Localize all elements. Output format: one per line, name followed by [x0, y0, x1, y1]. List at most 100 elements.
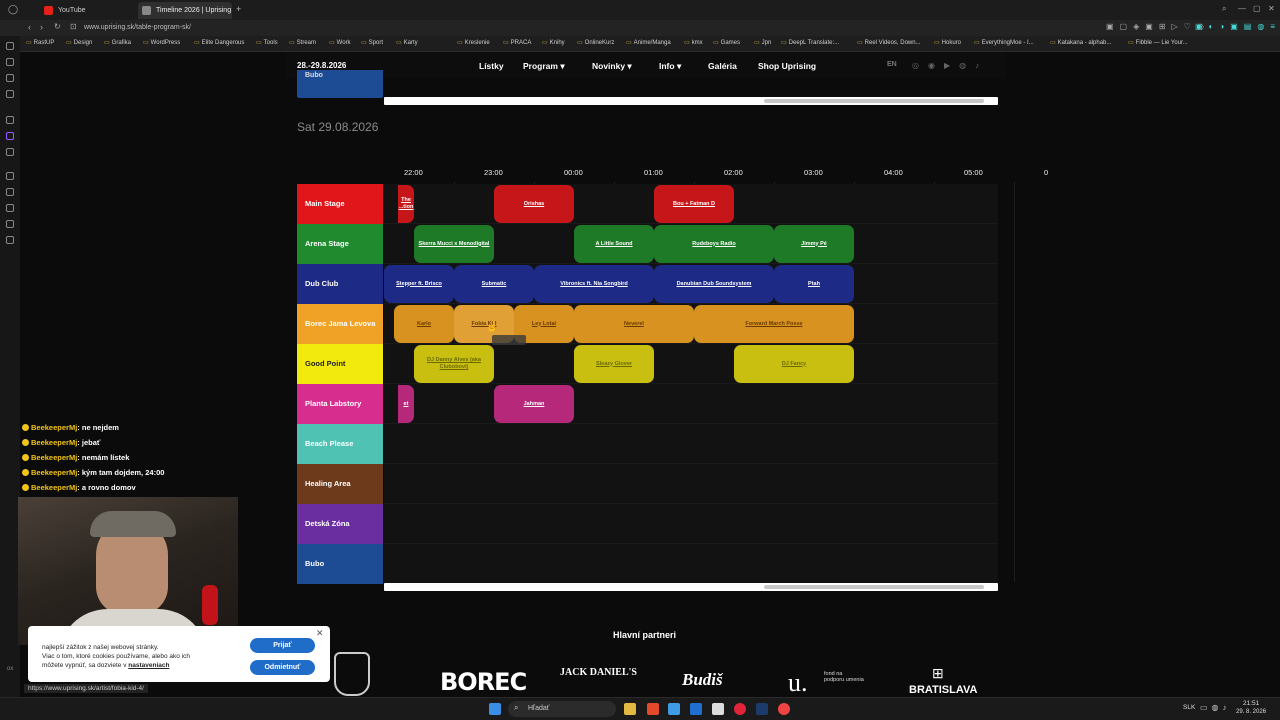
event-block[interactable]: Stepper ft. Brisco — [384, 265, 454, 303]
nav-program[interactable]: Program ▾ — [523, 61, 565, 72]
event-block[interactable]: A Little Sound — [574, 225, 654, 263]
tray-icons[interactable]: ▭◍♪ — [1200, 703, 1231, 712]
event-block[interactable]: et — [398, 385, 414, 423]
partner-jack-daniels[interactable]: JACK DANIEL'S — [560, 667, 637, 678]
percent-icon[interactable] — [6, 148, 14, 156]
bookmark-item[interactable]: Hokuro — [934, 39, 961, 46]
bookmark-item[interactable]: kmx — [684, 39, 703, 46]
nav-tickets[interactable]: Lístky — [479, 61, 504, 71]
keyboard-language[interactable]: SLK — [1183, 704, 1195, 711]
bookmark-item[interactable]: Games — [713, 39, 740, 46]
bookmark-item[interactable]: Katakana - alphab... — [1050, 39, 1112, 46]
event-block[interactable]: Danubian Dub Soundsystem — [654, 265, 774, 303]
settings-icon[interactable] — [6, 116, 14, 124]
bookmark-item[interactable]: Design — [66, 39, 93, 46]
menu-icon[interactable] — [6, 236, 14, 244]
cookie-decline-button[interactable]: Odmietnuť — [250, 660, 315, 675]
speed-dial-icon[interactable] — [6, 58, 14, 66]
app-icon[interactable] — [668, 703, 680, 715]
address-input[interactable]: www.uprising.sk/table-program-sk/ — [84, 24, 191, 31]
event-block[interactable]: Ptah — [774, 265, 854, 303]
event-block[interactable]: DJ Fancy — [734, 345, 854, 383]
social-icons[interactable]: ◎◉▶◍♪ — [912, 61, 988, 70]
windows-start-icon[interactable] — [489, 703, 501, 715]
bookmark-item[interactable]: Reel Videos, Down... — [857, 39, 921, 46]
bookmark-item[interactable]: PRACA — [503, 39, 532, 46]
partner-fpu-logo[interactable]: u. — [788, 668, 808, 698]
search-tabs-icon[interactable]: ⌕ — [1222, 4, 1226, 14]
new-tab-button[interactable]: + — [236, 4, 241, 14]
bookmark-item[interactable]: EverythingMoe - I... — [974, 39, 1034, 46]
nav-news[interactable]: Novinky ▾ — [592, 61, 632, 72]
bookmark-item[interactable]: Jpn — [754, 39, 772, 46]
bookmark-item[interactable]: Stream — [289, 39, 316, 46]
extension-icon[interactable] — [6, 74, 14, 82]
event-block[interactable]: Bou + Fatman D — [654, 185, 734, 223]
event-block[interactable]: Jahman — [494, 385, 574, 423]
event-block[interactable]: Orishas — [494, 185, 574, 223]
event-block[interactable]: Sleazy Glover — [574, 345, 654, 383]
partner-bratislava[interactable]: BRATISLAVA — [909, 684, 977, 696]
extension-icon[interactable] — [6, 90, 14, 98]
event-block[interactable]: The ...tion — [398, 185, 414, 223]
timeline-scrollbar-top[interactable] — [384, 97, 998, 105]
history-icon[interactable] — [6, 172, 14, 180]
cookie-settings-link[interactable]: nastaveniach — [128, 662, 169, 669]
opera-menu-icon[interactable]: ◯ — [8, 4, 18, 15]
cookie-accept-button[interactable]: Prijať — [250, 638, 315, 653]
bookmark-item[interactable]: OnlineKurz — [577, 39, 615, 46]
event-block[interactable]: Karlo — [394, 305, 454, 343]
nav-shop[interactable]: Shop Uprising — [758, 61, 816, 71]
nav-info[interactable]: Info ▾ — [659, 61, 681, 72]
event-block[interactable]: Skerra Mucci x Menodigital — [414, 225, 494, 263]
cube-icon[interactable] — [6, 204, 14, 212]
event-block[interactable]: DJ Danny Alves (aka Clubobovi) — [414, 345, 494, 383]
bookmark-item[interactable]: RastUP — [26, 39, 55, 46]
bookmark-item[interactable]: WordPress — [143, 39, 181, 46]
maximize-icon[interactable]: ▢ — [1253, 4, 1261, 13]
brave-icon[interactable] — [647, 703, 659, 715]
event-block[interactable]: Neverel — [574, 305, 694, 343]
minimize-icon[interactable]: — — [1238, 4, 1246, 13]
app-icon-2[interactable] — [778, 703, 790, 715]
event-block[interactable]: Forward March Posse — [694, 305, 854, 343]
partner-borec[interactable]: BOREC — [440, 668, 527, 696]
partner-logo-skull[interactable] — [334, 652, 370, 696]
clock-time[interactable]: 21:51 — [1243, 700, 1259, 707]
bookmark-item[interactable]: Grafika — [104, 39, 131, 46]
twitch-icon[interactable] — [6, 132, 14, 140]
partner-fpu[interactable]: fond na podporu umenia — [824, 671, 864, 683]
store-icon[interactable] — [712, 703, 724, 715]
reload-icon[interactable]: ↻ — [54, 22, 61, 31]
event-block[interactable]: Rudeboys Radio — [654, 225, 774, 263]
send-icon[interactable] — [6, 188, 14, 196]
bookmark-item[interactable]: Knihy — [542, 39, 565, 46]
bookmark-item[interactable]: Sport — [361, 39, 383, 46]
bookmark-item[interactable]: Fibble — Lie Your... — [1128, 39, 1188, 46]
bookmark-item[interactable]: Kreslenie — [457, 39, 490, 46]
more-icon[interactable]: ox — [7, 666, 13, 672]
close-icon[interactable]: ✕ — [1268, 4, 1275, 13]
language-switch[interactable]: EN — [887, 61, 897, 68]
forward-icon[interactable]: › — [40, 22, 43, 32]
tab-timeline[interactable]: Timeline 2026 | Uprising — [138, 2, 232, 19]
bookmark-item[interactable]: Karty — [396, 39, 418, 46]
nav-gallery[interactable]: Galéria — [708, 61, 737, 71]
taskbar-search[interactable]: ⌕ Hľadať — [508, 701, 616, 717]
event-block[interactable]: Jimmy Pé — [774, 225, 854, 263]
scrollbar-thumb[interactable] — [764, 99, 984, 103]
bookmark-item[interactable]: Anime/Manga — [626, 39, 671, 46]
file-explorer-icon[interactable] — [624, 703, 636, 715]
opera-icon[interactable] — [734, 703, 746, 715]
event-block[interactable]: Vibronics ft. Nia Songbird — [534, 265, 654, 303]
back-icon[interactable]: ‹ — [28, 22, 31, 32]
home-icon[interactable] — [6, 42, 14, 50]
toolbar-extension-icons[interactable]: ▣◐◑▣▤◍≡ — [1195, 22, 1280, 31]
bookmark-item[interactable]: Tools — [256, 39, 278, 46]
clock-date[interactable]: 29. 8. 2026 — [1236, 709, 1266, 715]
timeline-scrollbar-bottom[interactable] — [384, 583, 998, 591]
cookie-close-icon[interactable]: ✕ — [316, 628, 324, 639]
player-icon[interactable] — [6, 220, 14, 228]
scrollbar-thumb[interactable] — [764, 585, 984, 589]
event-block[interactable]: Submatic — [454, 265, 534, 303]
